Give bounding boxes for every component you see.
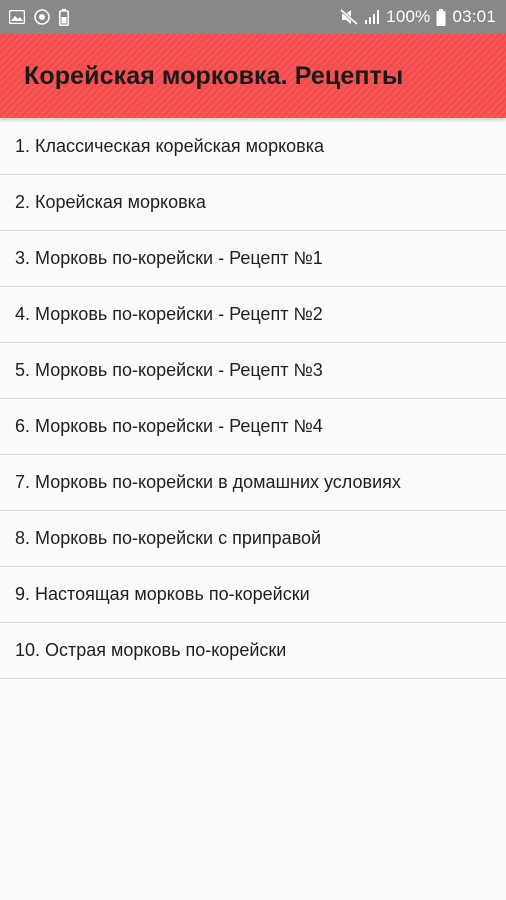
battery-icon bbox=[436, 8, 446, 26]
settings-circle-icon bbox=[34, 9, 50, 25]
recipe-item[interactable]: 5. Морковь по-корейски - Рецепт №3 bbox=[0, 343, 506, 399]
recipe-item[interactable]: 10. Острая морковь по-корейски bbox=[0, 623, 506, 679]
status-bar-left bbox=[9, 8, 69, 26]
status-bar: 100% 03:01 bbox=[0, 0, 506, 34]
recipe-item[interactable]: 2. Корейская морковка bbox=[0, 175, 506, 231]
recipe-item[interactable]: 6. Морковь по-корейски - Рецепт №4 bbox=[0, 399, 506, 455]
recipe-item[interactable]: 1. Классическая корейская морковка bbox=[0, 118, 506, 175]
battery-saver-icon bbox=[59, 8, 69, 26]
mute-icon bbox=[340, 9, 359, 25]
app-bar: Корейская морковка. Рецепты bbox=[0, 34, 506, 118]
app-screen: 100% 03:01 Корейская морковка. Рецепты 1… bbox=[0, 0, 506, 900]
recipe-list: 1. Классическая корейская морковка 2. Ко… bbox=[0, 118, 506, 679]
recipe-item[interactable]: 3. Морковь по-корейски - Рецепт №1 bbox=[0, 231, 506, 287]
image-icon bbox=[9, 10, 25, 24]
recipe-item[interactable]: 8. Морковь по-корейски с приправой bbox=[0, 511, 506, 567]
signal-icon bbox=[364, 9, 380, 25]
recipe-item[interactable]: 9. Настоящая морковь по-корейски bbox=[0, 567, 506, 623]
clock: 03:01 bbox=[452, 7, 496, 26]
recipe-item[interactable]: 4. Морковь по-корейски - Рецепт №2 bbox=[0, 287, 506, 343]
recipe-item[interactable]: 7. Морковь по-корейски в домашних услови… bbox=[0, 455, 506, 511]
app-title: Корейская морковка. Рецепты bbox=[24, 61, 404, 90]
battery-percent: 100% bbox=[386, 7, 431, 26]
status-bar-right: 100% 03:01 bbox=[340, 7, 496, 27]
